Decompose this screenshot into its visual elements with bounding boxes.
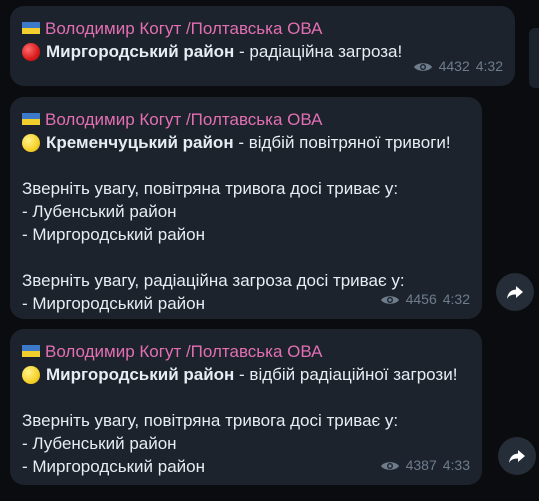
author-name: Володимир Когут /Полтавська ОВА (45, 342, 323, 361)
message-author[interactable]: Володимир Когут /Полтавська ОВА (22, 341, 470, 363)
eye-icon (380, 461, 399, 470)
eye-icon (413, 62, 432, 71)
yellow-circle-icon (22, 133, 40, 152)
share-button[interactable] (498, 437, 536, 475)
message-bubble[interactable]: Володимир Когут /Полтавська ОВА Миргород… (10, 329, 482, 485)
next-bubble-edge (529, 28, 539, 88)
event-text: - відбій радіаційної загрози! (234, 365, 458, 384)
region-name: Миргородський район (46, 42, 235, 61)
author-name: Володимир Когут /Полтавська ОВА (45, 19, 323, 38)
message-headline: Кременчуцький район - відбій повітряної … (22, 131, 470, 154)
message-meta: 4387 4:33 (380, 454, 470, 477)
red-circle-icon (22, 42, 40, 61)
message-bubble[interactable]: Володимир Когут /Полтавська ОВА Миргород… (10, 6, 515, 86)
view-count: 4456 (405, 291, 437, 307)
message-time: 4:32 (442, 291, 470, 307)
message-meta: 4456 4:32 (380, 288, 470, 311)
event-text: - відбій повітряної тривоги! (233, 133, 451, 152)
eye-icon (380, 295, 399, 304)
message-time: 4:33 (442, 457, 470, 473)
message-author[interactable]: Володимир Когут /Полтавська ОВА (22, 109, 470, 131)
body-line: Зверніть увагу, повітряна тривога досі т… (22, 179, 399, 198)
message-headline: Миргородський район - відбій радіаційної… (22, 363, 470, 386)
region-name: Миргородський район (46, 365, 235, 384)
message-meta: 4432 4:32 (413, 55, 503, 78)
share-arrow-icon (509, 450, 525, 463)
body-line: - Лубенський район (22, 434, 177, 453)
body-line: - Лубенський район (22, 202, 177, 221)
message-author[interactable]: Володимир Когут /Полтавська ОВА (22, 18, 503, 40)
event-text: - радіаційна загроза! (234, 42, 403, 61)
region-name: Кременчуцький район (46, 133, 234, 152)
ukraine-flag-icon (22, 22, 40, 34)
channel-feed: Володимир Когут /Полтавська ОВА Миргород… (0, 0, 539, 501)
ukraine-flag-icon (22, 345, 40, 357)
share-button[interactable] (496, 273, 534, 311)
ukraine-flag-icon (22, 113, 40, 125)
message-bubble[interactable]: Володимир Когут /Полтавська ОВА Кременчу… (10, 97, 482, 319)
body-line: Зверніть увагу, повітряна тривога досі т… (22, 411, 399, 430)
author-name: Володимир Когут /Полтавська ОВА (45, 110, 323, 129)
view-count: 4387 (405, 457, 437, 473)
yellow-circle-icon (22, 365, 40, 384)
share-arrow-icon (507, 286, 523, 299)
view-count: 4432 (438, 58, 470, 74)
message-time: 4:32 (475, 58, 503, 74)
body-line: - Миргородський район (22, 225, 205, 244)
